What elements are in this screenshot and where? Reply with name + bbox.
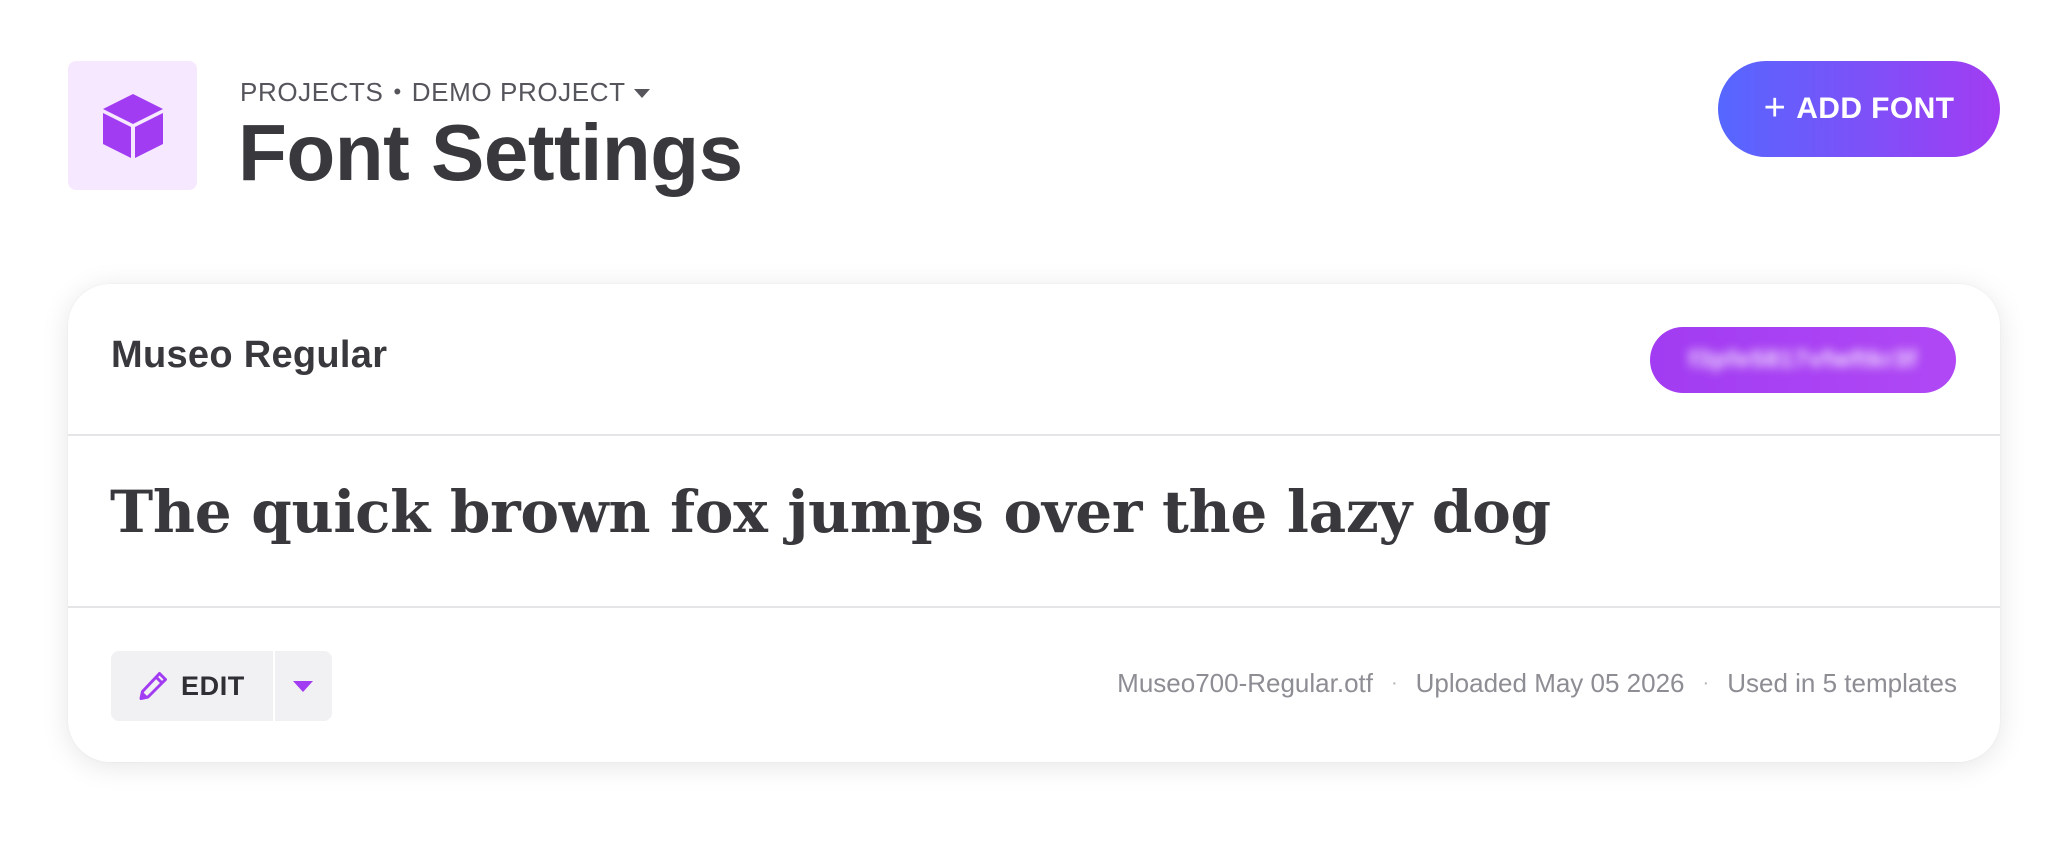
meta-separator: · <box>1390 672 1398 694</box>
breadcrumb-projects[interactable]: PROJECTS <box>240 77 383 108</box>
plus-icon: + <box>1763 86 1787 129</box>
font-card-header: Museo Regular f3pfe5817vfwftkr3f <box>68 284 2000 436</box>
edit-button-group: EDIT <box>111 651 332 721</box>
font-id-badge[interactable]: f3pfe5817vfwftkr3f <box>1650 327 1956 393</box>
file-name: Museo700-Regular.otf <box>1117 668 1373 698</box>
edit-dropdown-toggle[interactable] <box>275 651 332 721</box>
meta-separator: · <box>1702 672 1710 694</box>
upload-date: Uploaded May 05 2026 <box>1415 668 1685 698</box>
font-preview-text: The quick brown fox jumps over the lazy … <box>110 478 1551 546</box>
template-usage: Used in 5 templates <box>1727 668 1957 698</box>
add-font-label: ADD FONT <box>1796 92 1955 125</box>
page-header: PROJECTS • DEMO PROJECT Font Settings + … <box>68 61 2000 197</box>
font-id-text: f3pfe5817vfwftkr3f <box>1688 346 1918 373</box>
caret-down-icon <box>293 680 314 692</box>
caret-down-icon <box>633 88 650 98</box>
cube-icon <box>102 93 163 158</box>
file-meta: Museo700-Regular.otf · Uploaded May 05 2… <box>1117 668 1957 699</box>
font-card-footer: EDIT Museo700-Regular.otf · Uploaded May… <box>68 608 2000 762</box>
project-tile[interactable] <box>68 61 197 190</box>
font-name: Museo Regular <box>111 334 388 376</box>
font-settings-page: PROJECTS • DEMO PROJECT Font Settings + … <box>0 0 2070 850</box>
add-font-button[interactable]: + ADD FONT <box>1718 61 2000 157</box>
breadcrumb-project-dropdown[interactable]: DEMO PROJECT <box>412 77 650 108</box>
breadcrumb: PROJECTS • DEMO PROJECT <box>240 75 650 109</box>
font-card: Museo Regular f3pfe5817vfwftkr3f The qui… <box>68 284 2000 762</box>
pencil-icon <box>139 672 167 700</box>
breadcrumb-project-label: DEMO PROJECT <box>411 76 626 107</box>
page-title: Font Settings <box>238 108 743 197</box>
edit-label: EDIT <box>181 670 245 701</box>
breadcrumb-separator: • <box>393 79 402 104</box>
font-preview-area: The quick brown fox jumps over the lazy … <box>68 436 2000 608</box>
edit-button[interactable]: EDIT <box>111 651 275 721</box>
